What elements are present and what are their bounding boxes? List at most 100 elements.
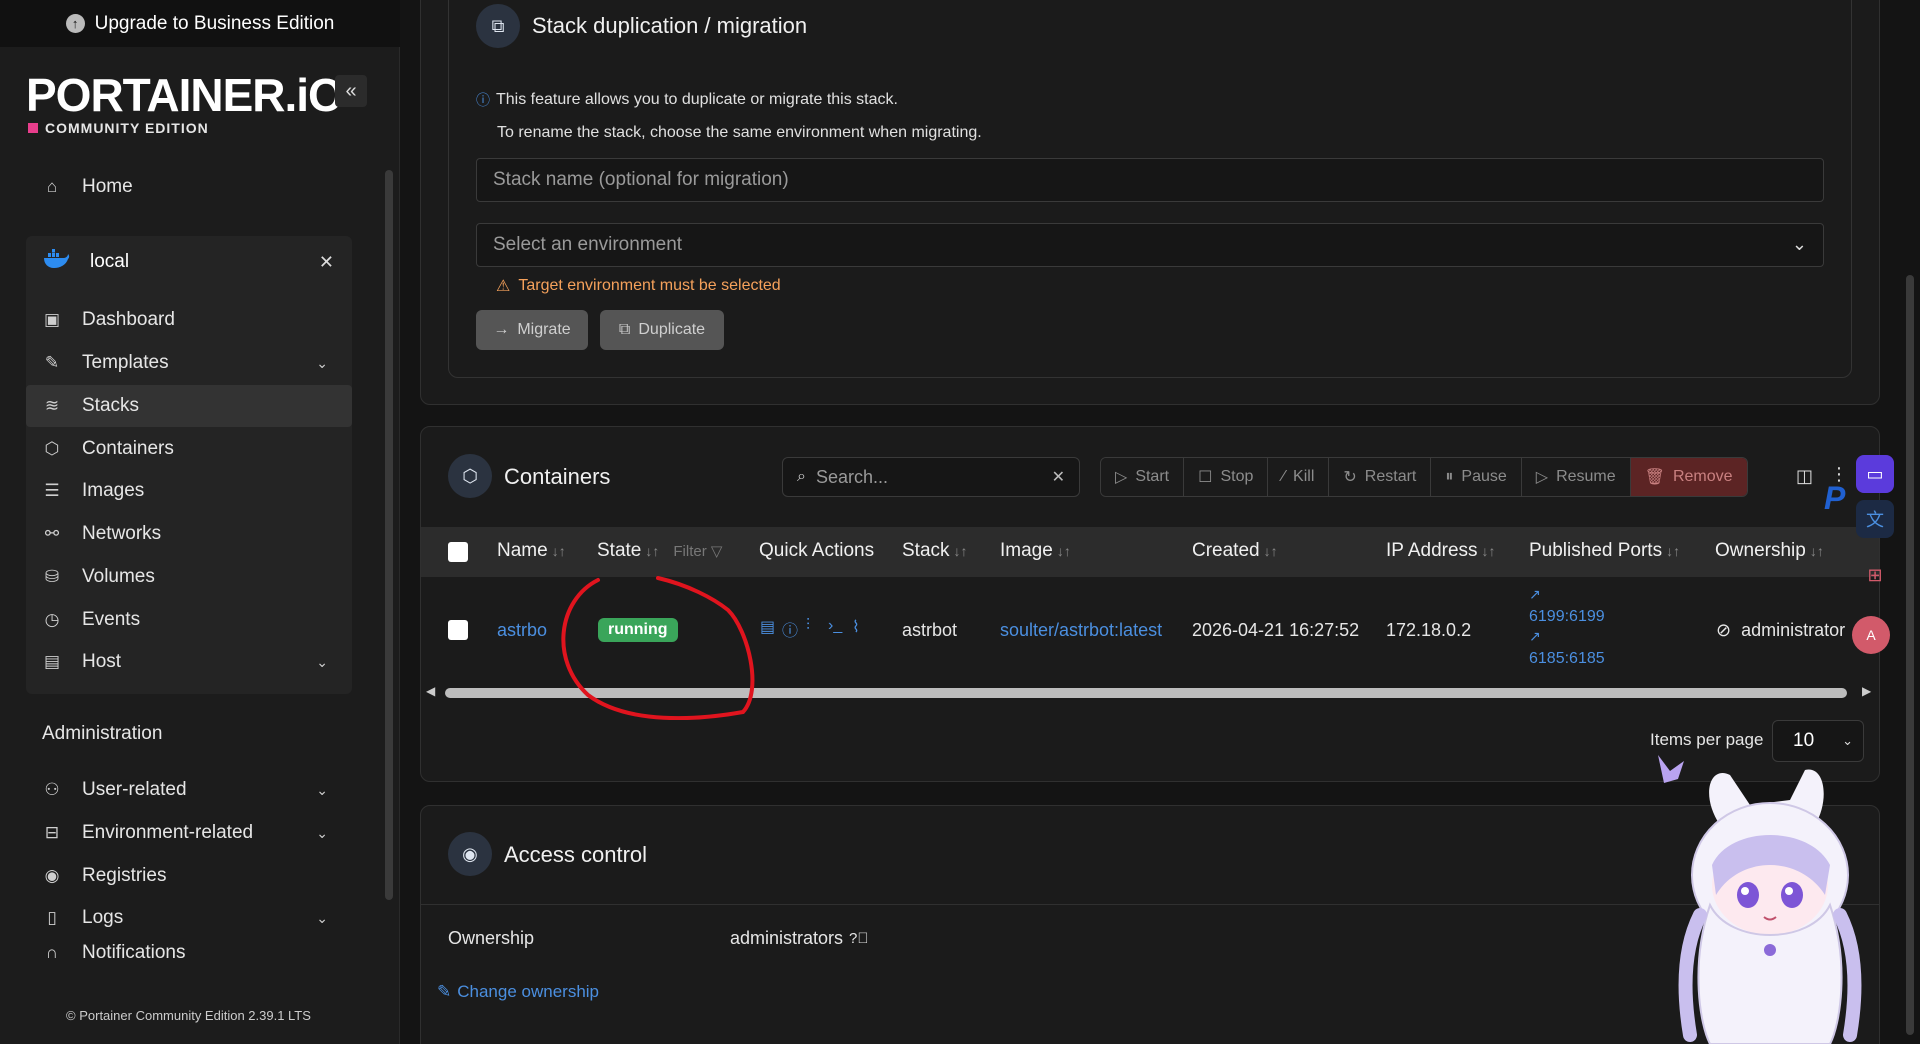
- list-icon: ☰: [44, 481, 60, 500]
- items-per-page-select[interactable]: 10 ⌄: [1772, 720, 1864, 762]
- sidebar-item-user-related[interactable]: ⚇ User-related ⌄: [26, 769, 352, 811]
- upgrade-button[interactable]: ↑ Upgrade to Business Edition: [0, 0, 400, 47]
- translate-bubble-icon[interactable]: A: [1852, 616, 1890, 654]
- column-label: Quick Actions: [759, 540, 875, 561]
- stack-name-input[interactable]: [493, 169, 1823, 191]
- duplicate-button[interactable]: ⧉ Duplicate: [600, 310, 724, 350]
- start-button[interactable]: ▷ Start: [1101, 458, 1185, 496]
- select-all-checkbox[interactable]: [448, 542, 468, 562]
- column-state[interactable]: State ↓↑ Filter ▽: [597, 540, 722, 562]
- sidebar-item-host[interactable]: ▤ Host ⌄: [26, 641, 352, 683]
- container-search[interactable]: ⌕ Search... ✕: [782, 457, 1080, 497]
- translate-icon[interactable]: 文: [1856, 500, 1894, 538]
- stop-button[interactable]: ☐ Stop: [1184, 458, 1269, 496]
- ownership-cell: ⊘ administrator: [1716, 620, 1866, 641]
- stack-cell: astrbot: [902, 620, 958, 640]
- sidebar-item-templates[interactable]: ✎ Templates ⌄: [26, 342, 352, 384]
- edition-text: COMMUNITY EDITION: [45, 120, 209, 136]
- page-scrollbar[interactable]: [1906, 275, 1914, 1035]
- sidebar-item-events[interactable]: ◷ Events: [26, 599, 352, 641]
- scrollbar-thumb[interactable]: [445, 688, 1847, 698]
- migrate-button[interactable]: → Migrate: [476, 310, 588, 350]
- stack-name-field[interactable]: [476, 158, 1824, 202]
- upgrade-label: Upgrade to Business Edition: [94, 12, 335, 34]
- remove-button[interactable]: 🗑 Remove: [1630, 458, 1747, 496]
- stop-icon: ☐: [1198, 469, 1213, 486]
- port-link[interactable]: 6199:6199: [1529, 608, 1605, 626]
- sort-icon: ↓↑: [1056, 543, 1071, 559]
- kill-button[interactable]: ⁄ Kill: [1268, 458, 1330, 496]
- apps-icon[interactable]: ⊞: [1856, 556, 1894, 594]
- sidebar-item-label: Notifications: [82, 942, 186, 963]
- column-label: Created: [1192, 540, 1260, 561]
- sidebar-item-environment-related[interactable]: ⊟ Environment-related ⌄: [26, 812, 352, 854]
- container-name-link[interactable]: astrbo: [497, 620, 547, 641]
- sidebar-item-label: Containers: [82, 438, 174, 459]
- environment-header[interactable]: local ✕: [26, 240, 352, 284]
- change-ownership-link[interactable]: ✎ Change ownership: [437, 982, 599, 1002]
- sidebar-item-containers[interactable]: ⬡ Containers: [26, 428, 352, 470]
- scroll-left-icon[interactable]: ◀: [426, 684, 435, 698]
- help-icon[interactable]: ?⃝: [849, 930, 869, 947]
- sidebar-item-home[interactable]: ⌂ Home: [26, 166, 352, 208]
- file-icon: ▯: [47, 908, 57, 927]
- state-filter[interactable]: Filter ▽: [673, 542, 722, 560]
- sidebar-item-stacks[interactable]: ≋ Stacks: [26, 385, 352, 427]
- sidebar-item-volumes[interactable]: ⛁ Volumes: [26, 556, 352, 598]
- attach-icon[interactable]: ⌇: [852, 617, 860, 637]
- columns-icon[interactable]: ◫: [1796, 466, 1813, 487]
- portainer-logo[interactable]: PORTAINER.iO: [26, 68, 344, 122]
- sidebar-item-label: Volumes: [82, 566, 155, 587]
- clock-icon: ◷: [44, 610, 60, 629]
- column-name[interactable]: Name ↓↑: [497, 540, 566, 562]
- column-ownership[interactable]: Ownership ↓↑: [1715, 540, 1824, 562]
- environment-select[interactable]: Select an environment ⌄: [476, 223, 1824, 267]
- resume-button[interactable]: ▷ Resume: [1521, 458, 1631, 496]
- column-created[interactable]: Created ↓↑: [1192, 540, 1278, 562]
- stats-icon[interactable]: ⫶: [806, 617, 810, 635]
- column-image[interactable]: Image ↓↑: [1000, 540, 1071, 562]
- sidebar-scrollbar[interactable]: [385, 170, 393, 900]
- info-line-2: To rename the stack, choose the same env…: [497, 124, 982, 141]
- chat-icon[interactable]: ▭: [1856, 455, 1894, 493]
- container-actions: ▷ Start ☐ Stop ⁄ Kill ↻ Restart ⏸ Pause ▷ Resu…: [1100, 457, 1748, 497]
- ownership-value: administrators ?⃝: [730, 928, 869, 949]
- chevron-down-icon: ⌄: [316, 824, 328, 841]
- created-cell: 2026-04-21 16:27:52: [1192, 620, 1360, 640]
- column-label: Published Ports: [1529, 540, 1663, 561]
- search-icon: ⌕: [797, 468, 806, 485]
- pause-button[interactable]: ⏸ Pause: [1431, 458, 1522, 496]
- column-ports[interactable]: Published Ports ↓↑: [1529, 540, 1680, 562]
- sidebar-item-networks[interactable]: ⚯ Networks: [26, 513, 352, 555]
- collapse-sidebar-button[interactable]: «: [335, 75, 367, 107]
- sidebar-item-label: User-related: [82, 779, 187, 800]
- chevron-down-icon: ⌄: [1791, 234, 1807, 254]
- sidebar-item-notifications[interactable]: ∩ Notifications: [26, 940, 352, 966]
- copy-icon: ⧉: [476, 4, 520, 48]
- environment-icon: ⊟: [44, 823, 60, 842]
- paypal-icon[interactable]: P: [1824, 480, 1845, 517]
- database-icon: ⛁: [44, 567, 60, 586]
- logs-icon[interactable]: ▤: [760, 617, 775, 637]
- inspect-icon[interactable]: ⓘ: [782, 617, 798, 641]
- sidebar-item-dashboard[interactable]: ▣ Dashboard: [26, 299, 352, 341]
- clear-search-icon[interactable]: ✕: [1052, 467, 1065, 487]
- restart-button[interactable]: ↻ Restart: [1329, 458, 1432, 496]
- migrate-label: Migrate: [517, 321, 571, 338]
- play-icon: ▷: [1535, 469, 1549, 486]
- column-stack[interactable]: Stack ↓↑: [902, 540, 968, 562]
- column-ip[interactable]: IP Address ↓↑: [1386, 540, 1496, 562]
- image-link[interactable]: soulter/astrbot:latest: [1000, 620, 1162, 641]
- sidebar-item-registries[interactable]: ◉ Registries: [26, 855, 352, 897]
- scroll-right-icon[interactable]: ▶: [1862, 684, 1871, 698]
- sidebar-item-images[interactable]: ☰ Images: [26, 470, 352, 512]
- eye-icon: ◉: [448, 832, 492, 876]
- column-label: State: [597, 540, 642, 561]
- resume-label: Resume: [1556, 468, 1616, 485]
- sidebar-item-logs[interactable]: ▯ Logs ⌄: [26, 897, 352, 939]
- row-checkbox[interactable]: [448, 620, 468, 640]
- console-icon[interactable]: ›_: [828, 617, 842, 635]
- chevron-down-icon: ⌄: [316, 909, 328, 926]
- close-environment-icon[interactable]: ✕: [319, 252, 334, 273]
- port-link[interactable]: 6185:6185: [1529, 650, 1605, 668]
